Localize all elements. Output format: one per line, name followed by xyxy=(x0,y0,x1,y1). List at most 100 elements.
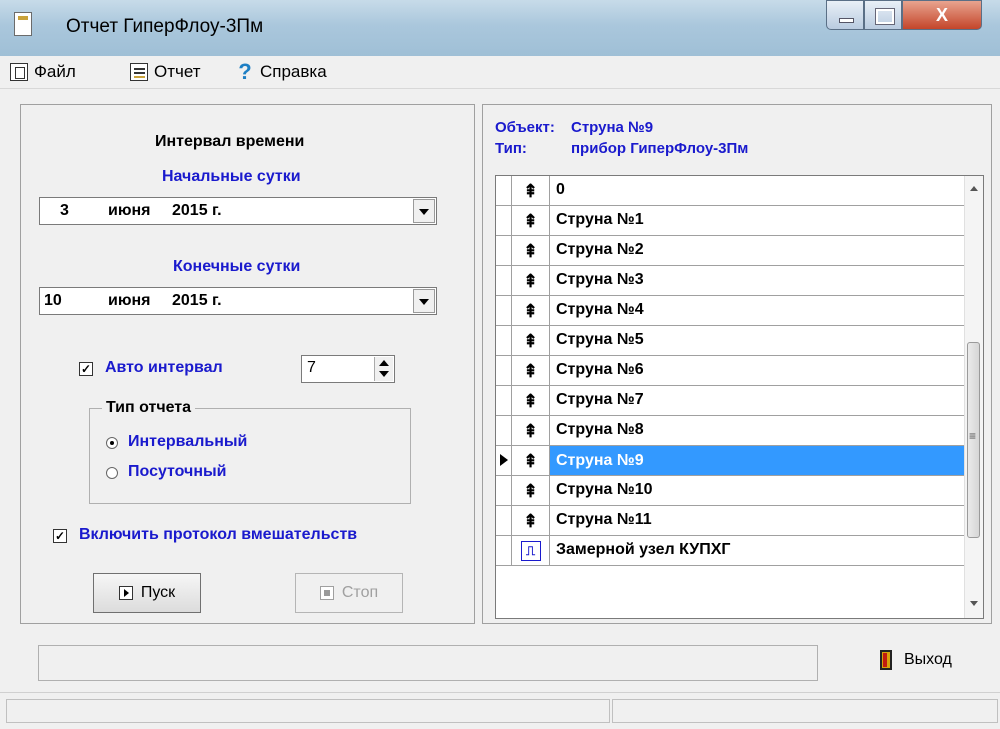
tree-row-label: Струна №11 xyxy=(556,511,652,528)
valve-icon: ⇞ xyxy=(522,300,539,321)
row-icon-cell: ⇞ xyxy=(512,356,550,385)
tree-row-label: Струна №9 xyxy=(550,446,966,475)
tree-row[interactable]: ⇞ Струна №6 xyxy=(496,356,966,386)
current-row-indicator-icon xyxy=(496,446,512,475)
row-indicator xyxy=(496,506,512,535)
valve-icon: ⇞ xyxy=(522,420,539,441)
row-icon-cell: ⇞ xyxy=(512,386,550,415)
interval-title: Интервал времени xyxy=(155,133,305,150)
tree-row[interactable]: ⇞ Струна №7 xyxy=(496,386,966,416)
scrollbar-thumb[interactable] xyxy=(967,342,980,538)
menu-file[interactable]: Файл xyxy=(10,61,76,83)
protocol-checkbox[interactable]: ✓ xyxy=(53,529,67,543)
spinner-arrows-icon[interactable] xyxy=(374,357,393,381)
exit-door-icon xyxy=(880,650,892,670)
radio-interval-label[interactable]: Интервальный xyxy=(128,433,247,451)
tree-row[interactable]: ⇞ Струна №1 xyxy=(496,206,966,236)
help-icon: ? xyxy=(238,59,252,84)
scroll-down-icon[interactable] xyxy=(970,601,978,606)
object-tree[interactable]: ⇞ 0 ⇞ Струна №1 ⇞ Струна №2 ⇞ Струна №3 ⇞ Струна … xyxy=(495,175,984,619)
valve-icon: ⇞ xyxy=(522,360,539,381)
valve-icon: ⇞ xyxy=(522,180,539,201)
tree-row[interactable]: ⇞ Струна №10 xyxy=(496,476,966,506)
row-icon-cell: ⇞ xyxy=(512,206,550,235)
tree-row[interactable]: ⇞ Струна №4 xyxy=(496,296,966,326)
chevron-down-icon[interactable] xyxy=(413,199,435,223)
tree-row[interactable]: ⇞ Струна №2 xyxy=(496,236,966,266)
start-date-label: Начальные сутки xyxy=(162,168,301,185)
row-icon-cell: ⇞ xyxy=(512,176,550,205)
row-indicator xyxy=(496,296,512,325)
type-value: прибор ГиперФлоу-3Пм xyxy=(571,140,749,157)
row-icon-cell: ⇞ xyxy=(512,326,550,355)
chevron-down-icon[interactable] xyxy=(413,289,435,313)
tree-row[interactable]: ⇞ Струна №3 xyxy=(496,266,966,296)
start-button[interactable]: Пуск xyxy=(93,573,201,613)
maximize-button[interactable] xyxy=(864,0,902,30)
report-icon xyxy=(130,63,148,81)
tree-row-label: Струна №10 xyxy=(556,481,653,498)
tree-row-label: Струна №6 xyxy=(556,361,644,378)
tree-row-label: Струна №5 xyxy=(556,331,644,348)
settings-panel: Интервал времени Начальные сутки 3 июня … xyxy=(20,104,475,624)
report-type-label: Тип отчета xyxy=(102,399,196,417)
report-type-group: Тип отчета Интервальный Посуточный xyxy=(89,399,411,504)
radio-daily-label[interactable]: Посуточный xyxy=(128,463,227,481)
tree-row-label: Струна №7 xyxy=(556,391,644,408)
app-icon[interactable] xyxy=(14,12,32,36)
object-value: Струна №9 xyxy=(571,119,654,136)
row-indicator xyxy=(496,356,512,385)
tree-row[interactable]: ⇞ Струна №11 xyxy=(496,506,966,536)
radio-interval[interactable] xyxy=(106,437,118,449)
row-indicator xyxy=(496,206,512,235)
row-indicator xyxy=(496,266,512,295)
valve-icon: ⇞ xyxy=(522,270,539,291)
window-title: Отчет ГиперФлоу-3Пм xyxy=(66,16,264,37)
start-month: июня xyxy=(108,202,151,219)
progress-bar xyxy=(38,645,818,681)
row-icon-cell: ⇞ xyxy=(512,296,550,325)
menu-help[interactable]: ? Справка xyxy=(236,59,327,84)
end-date-combo[interactable]: 10 июня 2015 г. xyxy=(39,287,437,315)
tree-row-label: Струна №4 xyxy=(556,301,644,318)
row-icon-cell: ⇞ xyxy=(512,476,550,505)
exit-button[interactable]: Выход xyxy=(880,650,952,670)
tree-row-label: Струна №1 xyxy=(556,211,644,228)
stop-button-label: Стоп xyxy=(341,584,379,601)
scroll-up-icon[interactable] xyxy=(970,186,978,191)
type-key: Тип: xyxy=(495,140,527,157)
auto-interval-value: 7 xyxy=(307,359,316,376)
auto-interval-checkbox[interactable]: ✓ xyxy=(79,362,93,376)
radio-daily[interactable] xyxy=(106,467,118,479)
row-icon-cell: ⇞ xyxy=(512,446,550,475)
protocol-label[interactable]: Включить протокол вмешательств xyxy=(79,526,357,544)
vertical-scrollbar[interactable] xyxy=(964,176,983,618)
tree-row[interactable]: ⇞ Струна №8 xyxy=(496,416,966,446)
object-key: Объект: xyxy=(495,119,555,136)
title-bar[interactable]: Отчет ГиперФлоу-3Пм X xyxy=(0,0,1000,56)
end-month: июня xyxy=(108,292,151,309)
row-indicator xyxy=(496,416,512,445)
close-button[interactable]: X xyxy=(902,0,982,30)
tree-row[interactable]: ⇞ 0 xyxy=(496,176,966,206)
app-window: Отчет ГиперФлоу-3Пм X Файл Отчет ? Справ… xyxy=(0,0,1000,729)
tree-row-label: 0 xyxy=(556,181,565,198)
start-date-combo[interactable]: 3 июня 2015 г. xyxy=(39,197,437,225)
auto-interval-label[interactable]: Авто интервал xyxy=(105,359,223,377)
auto-interval-spinner[interactable]: 7 xyxy=(301,355,395,383)
menu-help-label: Справка xyxy=(260,62,327,81)
tree-row[interactable]: ⎍ Замерной узел КУПХГ xyxy=(496,536,966,566)
valve-icon: ⇞ xyxy=(522,450,539,471)
minimize-button[interactable] xyxy=(826,0,864,30)
menu-report[interactable]: Отчет xyxy=(130,61,201,83)
stop-button[interactable]: Стоп xyxy=(295,573,403,613)
main-area: Интервал времени Начальные сутки 3 июня … xyxy=(8,92,992,628)
valve-icon: ⇞ xyxy=(522,330,539,351)
start-button-label: Пуск xyxy=(140,584,176,601)
menu-bar: Файл Отчет ? Справка xyxy=(0,56,1000,89)
tree-row[interactable]: ⇞ Струна №9 xyxy=(496,446,966,476)
row-indicator xyxy=(496,386,512,415)
row-icon-cell: ⇞ xyxy=(512,416,550,445)
row-icon-cell: ⇞ xyxy=(512,236,550,265)
tree-row[interactable]: ⇞ Струна №5 xyxy=(496,326,966,356)
